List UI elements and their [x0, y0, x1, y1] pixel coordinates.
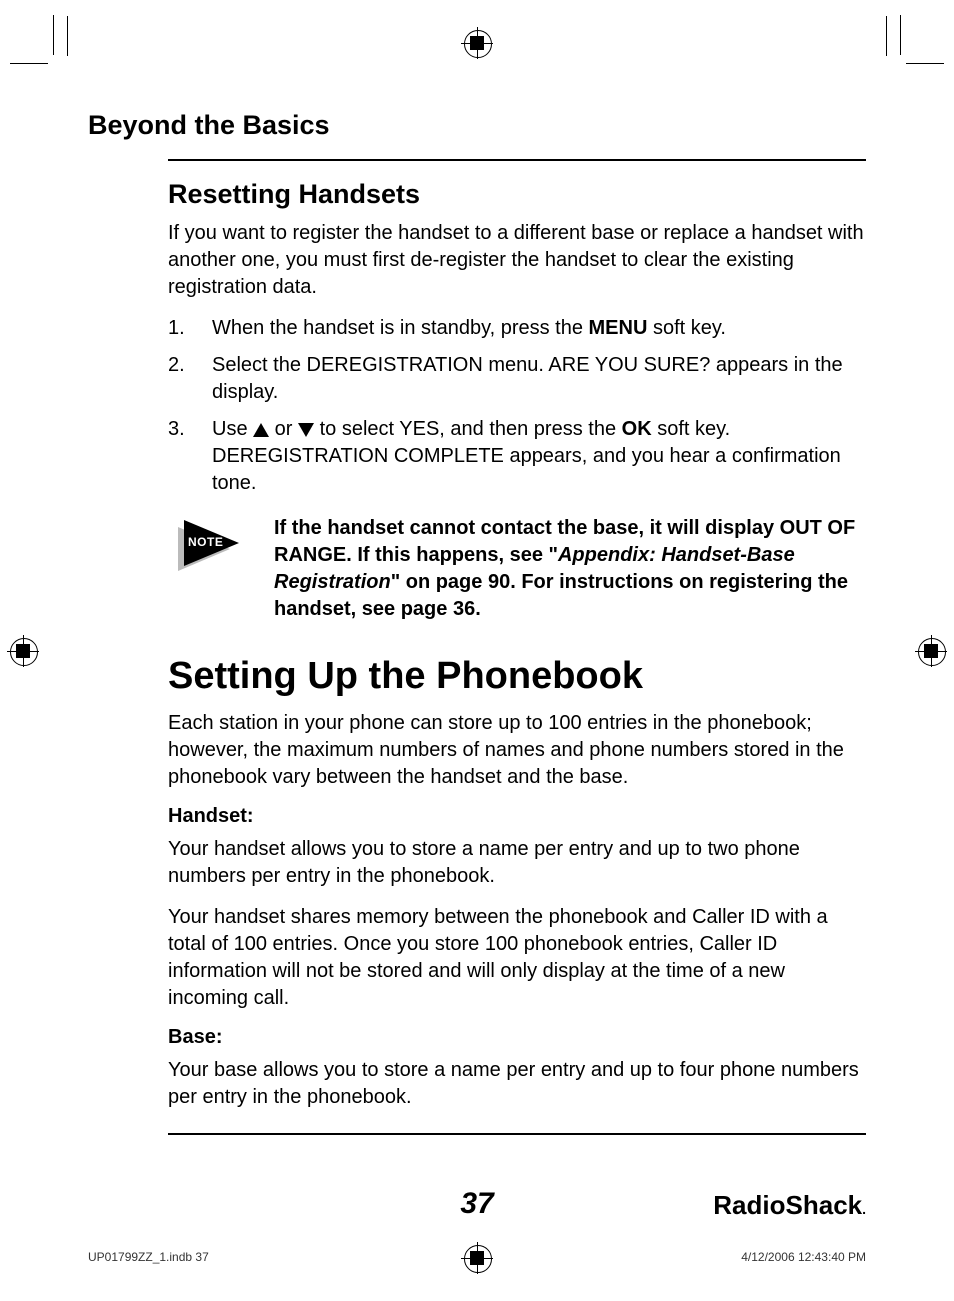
base-paragraph: Your base allows you to store a name per…: [168, 1057, 866, 1111]
handset-paragraph: Your handset allows you to store a name …: [168, 836, 866, 890]
note-text: If the handset cannot contact the base, …: [274, 515, 866, 623]
step-1: 1. When the handset is in standby, press…: [168, 315, 866, 342]
phonebook-intro: Each station in your phone can store up …: [168, 710, 866, 791]
crop-mark: [906, 63, 944, 64]
page-number: 37: [460, 1187, 493, 1221]
handset-paragraph: Your handset shares memory between the p…: [168, 904, 866, 1012]
step-3: 3. Use or to select YES, and then press …: [168, 416, 866, 497]
ok-key-label: OK: [622, 418, 652, 440]
section-heading-phonebook: Setting Up the Phonebook: [168, 655, 866, 698]
step-2: 2. Select the DEREGISTRATION menu. ARE Y…: [168, 352, 866, 406]
note-block: NOTE If the handset cannot contact the b…: [168, 515, 866, 623]
step-number: 2.: [168, 352, 185, 379]
step-text: When the handset is in standby, press th…: [212, 317, 726, 339]
registration-mark-icon: [464, 30, 490, 56]
chapter-title: Beyond the Basics: [88, 110, 866, 141]
steps-list: 1. When the handset is in standby, press…: [168, 315, 866, 497]
up-arrow-icon: [253, 423, 269, 437]
crop-mark: [53, 15, 54, 55]
print-metadata: UP01799ZZ_1.indb 37 4/12/2006 12:43:40 P…: [88, 1250, 866, 1264]
crop-mark: [10, 63, 48, 64]
registration-mark-icon: [10, 638, 36, 664]
section-heading-resetting: Resetting Handsets: [168, 179, 866, 210]
step-number: 1.: [168, 315, 185, 342]
registration-mark-icon: [918, 638, 944, 664]
print-filename: UP01799ZZ_1.indb 37: [88, 1250, 209, 1264]
crop-mark: [900, 15, 901, 55]
down-arrow-icon: [298, 423, 314, 437]
menu-key-label: MENU: [589, 317, 648, 339]
step-number: 3.: [168, 416, 185, 443]
brand-logo: RadioShack.: [713, 1190, 866, 1221]
crop-mark: [886, 16, 887, 56]
handset-label: Handset:: [168, 805, 866, 828]
crop-mark: [67, 16, 68, 56]
resetting-intro: If you want to register the handset to a…: [168, 220, 866, 301]
base-label: Base:: [168, 1026, 866, 1049]
note-icon: NOTE: [168, 515, 256, 575]
step-text: Use or to select YES, and then press the…: [212, 418, 841, 494]
divider: [168, 159, 866, 161]
step-text: Select the DEREGISTRATION menu. ARE YOU …: [212, 354, 843, 403]
divider: [168, 1133, 866, 1135]
print-timestamp: 4/12/2006 12:43:40 PM: [741, 1250, 866, 1264]
